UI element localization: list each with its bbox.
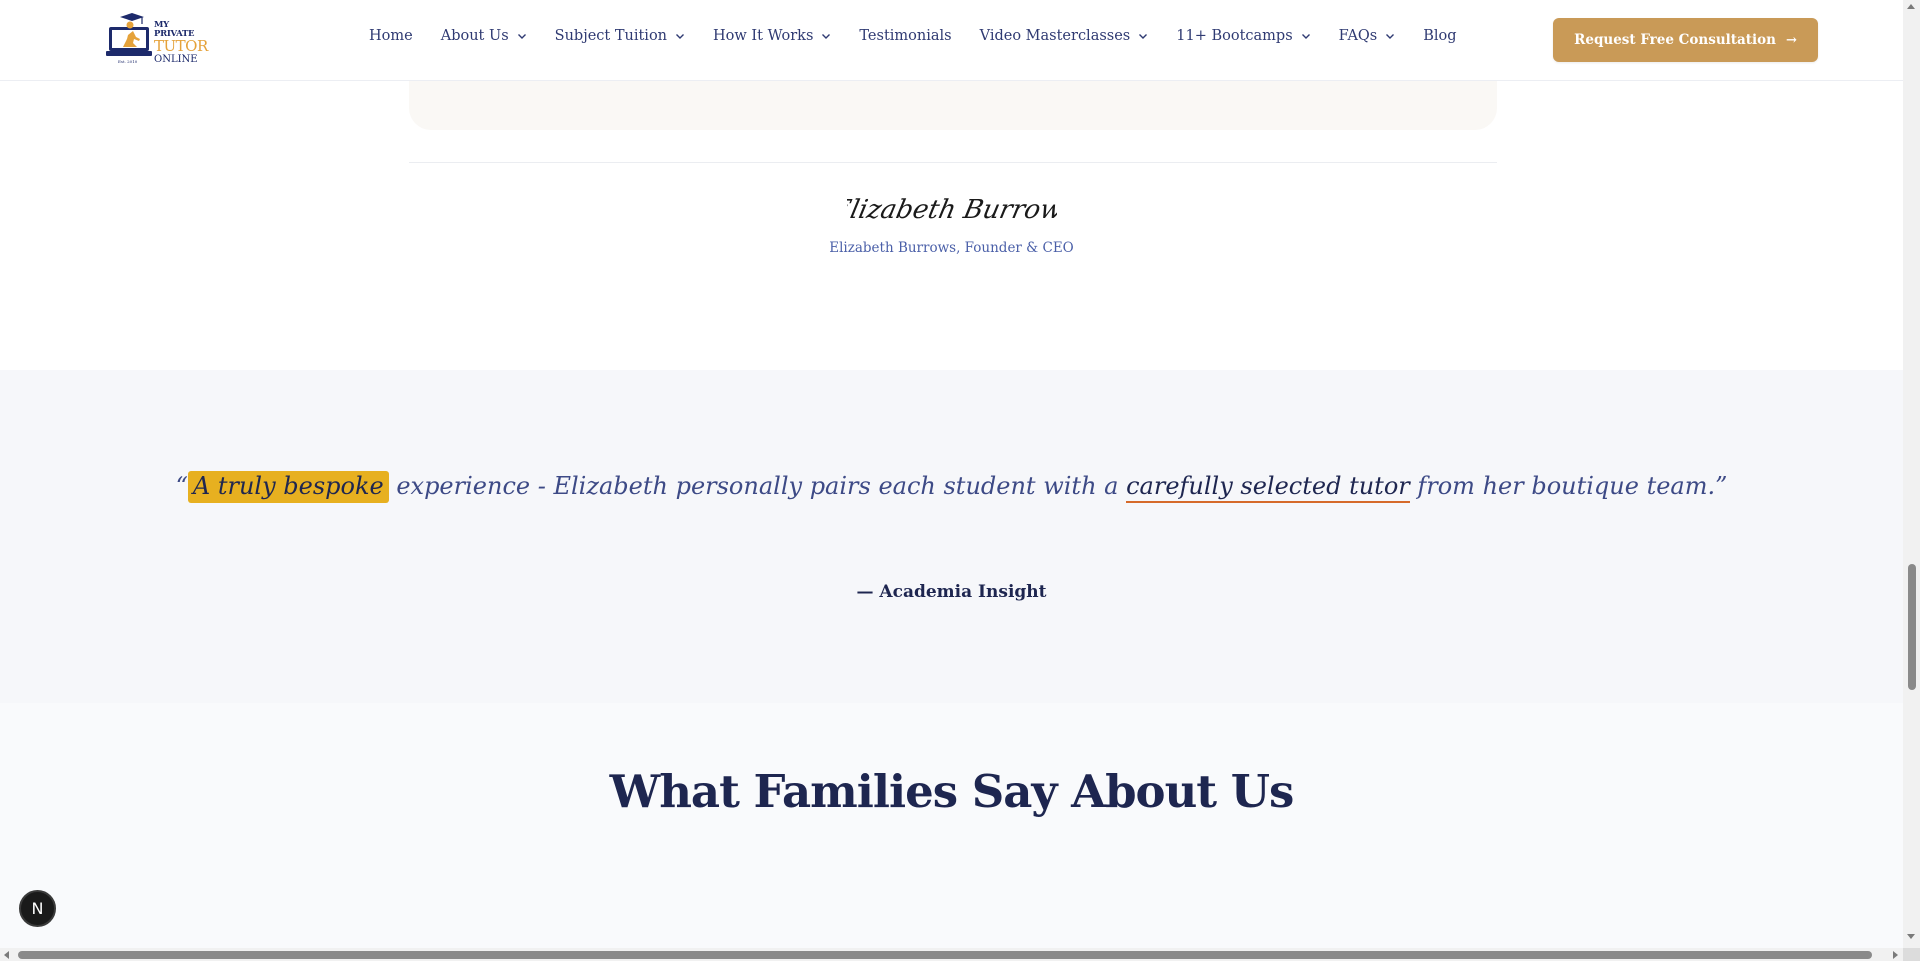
- horizontal-scroll-thumb[interactable]: [18, 951, 1872, 959]
- main-nav: Home About Us Subject Tuition How It Wor…: [369, 28, 1457, 44]
- quote-attribution: — Academia Insight: [856, 582, 1047, 602]
- vertical-scroll-thumb[interactable]: [1908, 564, 1916, 690]
- scroll-right-arrow-icon[interactable]: [1893, 951, 1898, 959]
- chevron-down-icon: [1301, 34, 1310, 39]
- quote-close-mark: ”: [1715, 472, 1728, 500]
- section-divider: [409, 162, 1497, 163]
- testimonials-title: What Families Say About Us: [609, 765, 1295, 818]
- signature-script: Elizabeth Burrows: [847, 195, 1057, 225]
- logo-line-2: TUTOR: [154, 37, 208, 55]
- nav-item-label: Testimonials: [859, 28, 952, 44]
- scrollbar-corner: [1903, 948, 1920, 961]
- founder-caption: Elizabeth Burrows, Founder & CEO: [829, 240, 1074, 256]
- nav-item-subject-tuition[interactable]: Subject Tuition: [555, 28, 685, 44]
- chevron-down-icon: [1139, 34, 1148, 39]
- quote-open-mark: “: [175, 472, 188, 500]
- nav-item-label: FAQs: [1338, 28, 1378, 44]
- nav-item-label: How It Works: [713, 28, 814, 44]
- nav-item-faqs[interactable]: FAQs: [1339, 28, 1396, 44]
- nav-item-testimonials[interactable]: Testimonials: [859, 28, 951, 44]
- chevron-down-icon: [517, 34, 526, 39]
- nav-item-11-plus-bootcamps[interactable]: 11+ Bootcamps: [1176, 28, 1310, 44]
- nav-item-label: Video Masterclasses: [979, 28, 1131, 44]
- founder-signature: Elizabeth Burrows: [0, 190, 1903, 234]
- press-quote: “A truly bespoke experience - Elizabeth …: [0, 466, 1903, 507]
- chevron-down-icon: [676, 34, 685, 39]
- arrow-right-icon: →: [1785, 32, 1797, 48]
- testimonials-section: What Families Say About Us: [0, 703, 1903, 948]
- press-quote-section: “A truly bespoke experience - Elizabeth …: [0, 370, 1903, 703]
- logo-line-3: ONLINE: [154, 54, 198, 65]
- site-logo[interactable]: Est. 2010 MY PRIVATE TUTOR ONLINE: [106, 13, 210, 65]
- nav-item-home[interactable]: Home: [369, 28, 413, 44]
- scroll-down-arrow-icon[interactable]: [1907, 934, 1915, 939]
- logo-wordmark: MY PRIVATE TUTOR ONLINE: [154, 21, 210, 65]
- nav-item-blog[interactable]: Blog: [1423, 28, 1456, 44]
- nav-item-label: Home: [369, 28, 413, 44]
- quote-middle: experience - Elizabeth personally pairs …: [388, 472, 1127, 500]
- floating-n-badge[interactable]: N: [19, 890, 56, 927]
- vertical-scrollbar[interactable]: [1903, 0, 1920, 948]
- request-consultation-button[interactable]: Request Free Consultation →: [1553, 18, 1818, 62]
- nav-item-label: Blog: [1423, 28, 1457, 44]
- signature-image: Elizabeth Burrows: [847, 195, 1057, 225]
- scroll-up-arrow-icon[interactable]: [1907, 4, 1915, 9]
- chevron-down-icon: [1386, 34, 1395, 39]
- chevron-down-icon: [822, 34, 831, 39]
- logo-est-text: Est. 2010: [118, 59, 138, 64]
- nav-item-label: About Us: [440, 28, 509, 44]
- nav-item-how-it-works[interactable]: How It Works: [713, 28, 831, 44]
- nav-item-label: 11+ Bootcamps: [1176, 28, 1293, 44]
- quote-highlight: A truly bespoke: [187, 471, 389, 503]
- horizontal-scrollbar[interactable]: [0, 948, 1903, 961]
- site-header: Est. 2010 MY PRIVATE TUTOR ONLINE Home A…: [0, 0, 1903, 81]
- nav-item-label: Subject Tuition: [554, 28, 668, 44]
- nav-item-video-masterclasses[interactable]: Video Masterclasses: [980, 28, 1149, 44]
- cta-label: Request Free Consultation: [1574, 32, 1776, 48]
- quote-underline: carefully selected tutor: [1126, 472, 1410, 503]
- logo-emblem-icon: Est. 2010: [106, 13, 152, 65]
- nav-item-about-us[interactable]: About Us: [441, 28, 527, 44]
- scroll-left-arrow-icon[interactable]: [4, 951, 9, 959]
- logo-line-1: MY PRIVATE: [154, 20, 195, 39]
- quote-end: from her boutique team.: [1409, 472, 1716, 500]
